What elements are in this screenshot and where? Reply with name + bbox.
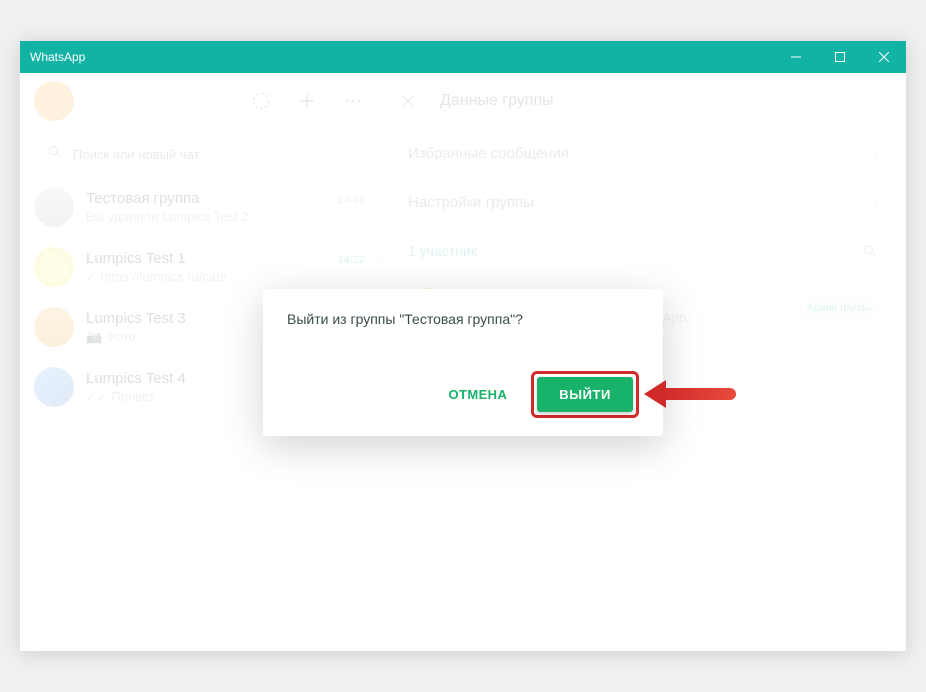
dialog-actions: ОТМЕНА ВЫЙТИ [287, 371, 639, 418]
confirm-highlight: ВЫЙТИ [531, 371, 639, 418]
cancel-button[interactable]: ОТМЕНА [435, 377, 522, 412]
dialog-text: Выйти из группы "Тестовая группа"? [287, 311, 639, 327]
window-controls [774, 41, 906, 73]
maximize-button[interactable] [818, 41, 862, 73]
pointer-arrow [644, 380, 736, 408]
titlebar: WhatsApp [20, 41, 906, 73]
window-title: WhatsApp [20, 50, 85, 64]
content-area: Тестовая группа14:49 Вы удалили Lumpics … [20, 73, 906, 651]
confirm-dialog: Выйти из группы "Тестовая группа"? ОТМЕН… [263, 289, 663, 436]
app-window: WhatsApp [20, 41, 906, 651]
confirm-button[interactable]: ВЫЙТИ [537, 377, 633, 412]
close-window-button[interactable] [862, 41, 906, 73]
minimize-button[interactable] [774, 41, 818, 73]
